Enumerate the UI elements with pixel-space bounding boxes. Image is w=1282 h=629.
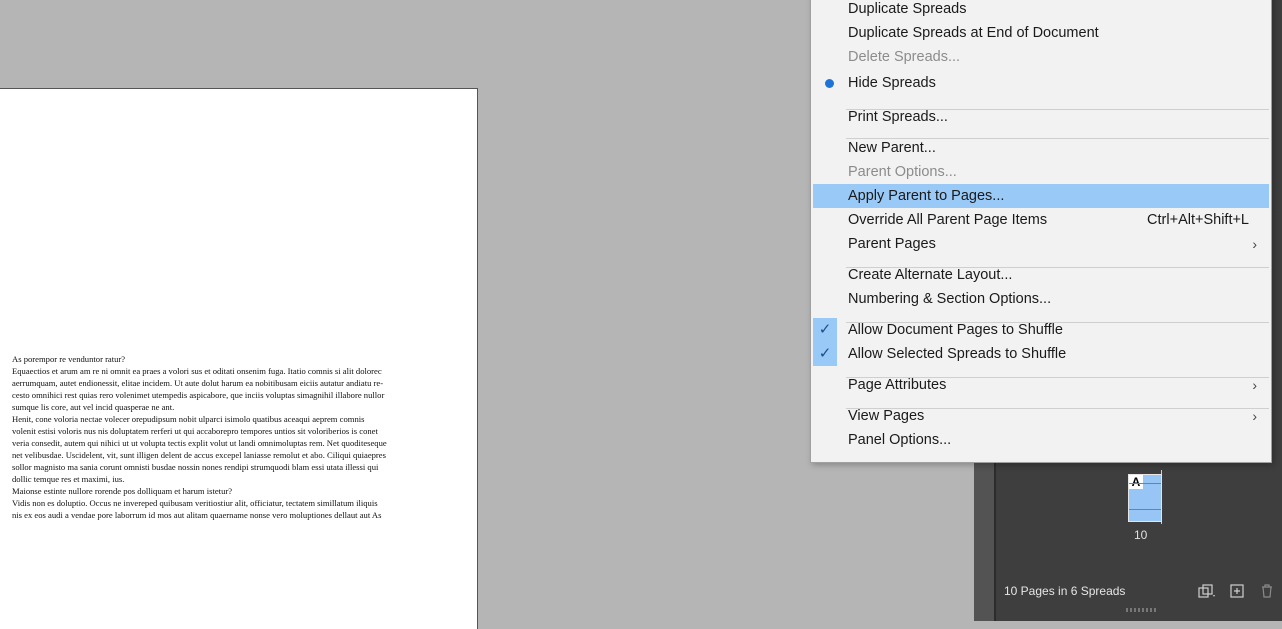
menu-item-print-spreads[interactable]: Print Spreads...	[813, 105, 1269, 129]
menu-item-parent-options: Parent Options...	[813, 160, 1269, 184]
menu-item-label: Override All Parent Page Items	[848, 212, 1048, 228]
menu-item-hide-spreads[interactable]: Hide Spreads	[813, 71, 1269, 95]
text-line: net velibusdae. Uscidelent, vit, sunt il…	[12, 450, 386, 460]
menu-item-numbering-section[interactable]: Numbering & Section Options...	[813, 287, 1269, 311]
menu-item-page-attributes[interactable]: Page Attributes ›	[813, 373, 1269, 397]
menu-item-label: Parent Options...	[848, 164, 957, 180]
document-page: As porempor re venduntor ratur? Equaectio…	[0, 88, 478, 629]
text-line: As porempor re venduntor ratur?	[12, 354, 126, 364]
page-number-label: 10	[1134, 528, 1148, 542]
thumb-margin-bottom	[1129, 509, 1161, 510]
menu-item-panel-options[interactable]: Panel Options...	[813, 428, 1269, 452]
pages-status-text: 10 Pages in 6 Spreads	[1004, 584, 1126, 598]
menu-item-label: Duplicate Spreads at End of Document	[848, 25, 1099, 41]
menu-item-view-pages[interactable]: View Pages ›	[813, 404, 1269, 428]
new-page-icon[interactable]	[1222, 579, 1252, 603]
page-thumbnail[interactable]: A	[1128, 474, 1162, 522]
text-line: aerrumquam, autet endionessit, elitae in…	[12, 378, 384, 388]
menu-item-allow-doc-shuffle[interactable]: ✓ Allow Document Pages to Shuffle	[813, 318, 1269, 342]
menu-item-create-alternate[interactable]: Create Alternate Layout...	[813, 263, 1269, 287]
menu-item-label: Allow Selected Spreads to Shuffle	[848, 346, 1067, 362]
menu-item-apply-parent[interactable]: Apply Parent to Pages...	[813, 184, 1269, 208]
text-line: sumque lis core, aut vel incid quasperae…	[12, 402, 175, 412]
checkmark-icon: ✓	[813, 318, 837, 342]
text-line: Vidis non es doluptio. Occus ne inverepe…	[12, 498, 378, 508]
menu-item-delete-spreads: Delete Spreads...	[813, 45, 1269, 69]
radio-bullet-icon	[825, 79, 834, 88]
edit-page-size-icon[interactable]	[1192, 579, 1222, 603]
pages-panel-menu: Duplicate Spreads Duplicate Spreads at En…	[810, 0, 1272, 463]
text-line: volenit estisi voloris nus nis doluptate…	[12, 426, 378, 436]
menu-item-new-parent[interactable]: New Parent...	[813, 136, 1269, 160]
menu-item-label: Numbering & Section Options...	[848, 291, 1052, 307]
text-line: Henit, cone voloria nectae volecer orepu…	[12, 414, 365, 424]
panel-footer: 10 Pages in 6 Spreads	[996, 576, 1282, 606]
menu-item-label: New Parent...	[848, 140, 936, 156]
menu-item-label: Page Attributes	[848, 377, 947, 393]
text-line: Equaectios et arum am re ni omnit ea pra…	[12, 366, 382, 376]
menu-item-label: Parent Pages	[848, 236, 936, 252]
menu-item-duplicate-spreads-end[interactable]: Duplicate Spreads at End of Document	[813, 21, 1269, 45]
chevron-right-icon: ›	[1252, 408, 1257, 424]
text-line: dollic temque res et maximi, ius.	[12, 474, 125, 484]
chevron-right-icon: ›	[1252, 236, 1257, 252]
text-line: nis ex eos audi a vendae pore laborrum i…	[12, 510, 382, 520]
parent-prefix-label: A	[1129, 475, 1143, 489]
menu-item-override-all[interactable]: Override All Parent Page Items Ctrl+Alt+S…	[813, 208, 1269, 232]
trash-icon[interactable]	[1252, 579, 1282, 603]
page-text-frame[interactable]: As porempor re venduntor ratur? Equaectio…	[12, 353, 452, 521]
text-line: Maionse estinte nullore rorende pos doll…	[12, 486, 233, 496]
menu-item-label: Duplicate Spreads	[848, 1, 967, 17]
menu-item-label: Apply Parent to Pages...	[848, 188, 1005, 204]
text-line: sollor magnisto ma sania corunt omnisti …	[12, 462, 379, 472]
panel-resize-grip[interactable]	[1126, 608, 1156, 612]
menu-item-label: Panel Options...	[848, 432, 952, 448]
menu-item-label: Create Alternate Layout...	[848, 267, 1013, 283]
text-line: veria consedit, autem qui nihici ut ut v…	[12, 438, 387, 448]
thumb-margin-top	[1129, 483, 1161, 484]
menu-item-label: Print Spreads...	[848, 109, 948, 125]
chevron-right-icon: ›	[1252, 377, 1257, 393]
menu-item-shortcut: Ctrl+Alt+Shift+L	[1147, 212, 1249, 228]
menu-item-duplicate-spreads[interactable]: Duplicate Spreads	[813, 0, 1269, 21]
text-line: cesto omnihici rest quias rero volenimet…	[12, 390, 385, 400]
menu-item-label: Hide Spreads	[848, 75, 936, 91]
menu-item-parent-pages[interactable]: Parent Pages ›	[813, 232, 1269, 256]
checkmark-icon: ✓	[813, 342, 837, 366]
menu-item-label: Delete Spreads...	[848, 49, 961, 65]
menu-item-label: View Pages	[848, 408, 925, 424]
menu-item-allow-spread-shuffle[interactable]: ✓ Allow Selected Spreads to Shuffle	[813, 342, 1269, 366]
menu-item-label: Allow Document Pages to Shuffle	[848, 322, 1063, 338]
